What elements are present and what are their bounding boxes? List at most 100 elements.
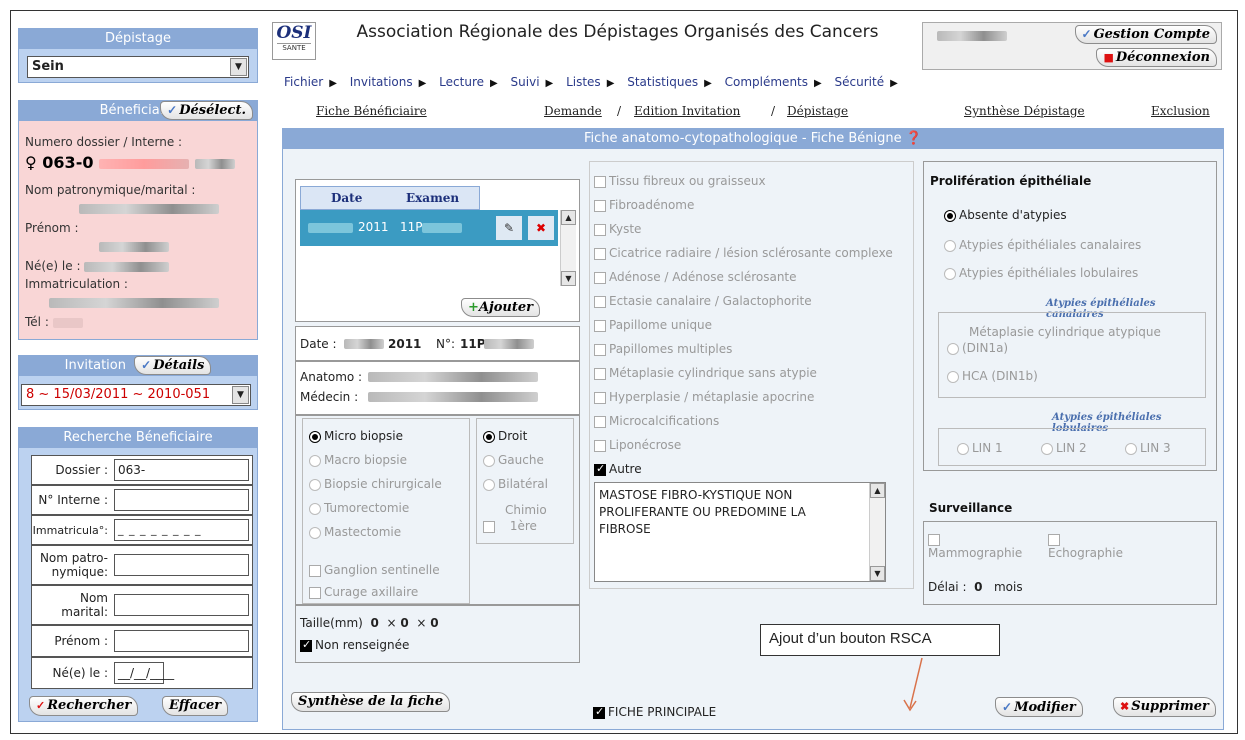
radio-atypies-lobulaires[interactable]: Atypies épithéliales lobulaires (944, 266, 1138, 280)
immat-input[interactable]: _ _ _ _ _ _ _ _ (114, 519, 249, 541)
radio-bilateral[interactable]: Bilatéral (483, 477, 548, 491)
checkbox-hyperplasie[interactable]: Hyperplasie / métaplasie apocrine (594, 390, 814, 404)
radio-biopsie-chirurgicale[interactable]: Biopsie chirurgicale (309, 477, 442, 491)
checkbox-adenose[interactable]: Adénose / Adénose sclérosante (594, 270, 797, 284)
radio-button (309, 526, 321, 539)
radio-din1b[interactable]: HCA (DIN1b) (947, 369, 1038, 383)
checkbox-papillome-unique[interactable]: Papillome unique (594, 318, 712, 332)
checkbox-label: Métaplasie cylindrique sans atypie (609, 366, 817, 380)
anatomo-label: Anatomo : (300, 370, 363, 384)
nav-demande[interactable]: Demande (544, 104, 602, 118)
checkbox-fiche-principale[interactable]: FICHE PRINCIPALE (593, 705, 716, 719)
gestion-compte-button[interactable]: ✓ Gestion Compte (1074, 25, 1217, 44)
checkbox-kyste[interactable]: Kyste (594, 222, 641, 236)
table-scrollbar[interactable]: ▲ ▼ (560, 210, 576, 286)
menu-invitations[interactable]: Invitations (350, 75, 413, 89)
radio-macro-biopsie[interactable]: Macro biopsie (309, 453, 407, 467)
checkbox-microcalcifications[interactable]: Microcalcifications (594, 414, 719, 428)
checkbox-autre[interactable]: Autre (594, 462, 642, 476)
supprimer-button[interactable]: ✖ Supprimer (1113, 697, 1216, 717)
checkbox-non-renseignee[interactable]: Non renseignée (300, 638, 409, 652)
checkbox-fibroadenome[interactable]: Fibroadénome (594, 198, 694, 212)
prenom-input[interactable] (114, 630, 249, 652)
radio-mastectomie[interactable]: Mastectomie (309, 525, 401, 539)
radio-lin3[interactable]: LIN 3 (1125, 441, 1171, 455)
checkbox-liponecrose[interactable]: Liponécrose (594, 438, 681, 452)
table-row[interactable]: 2011 11P ✎ ✖ (300, 210, 558, 246)
menu-lecture[interactable]: Lecture (439, 75, 484, 89)
menu-complements[interactable]: Compléments (725, 75, 808, 89)
scroll-down-icon[interactable]: ▼ (870, 566, 885, 581)
scroll-up-icon[interactable]: ▲ (870, 483, 885, 498)
search-row-interne: N° Interne : (31, 485, 253, 515)
nom-patro-input[interactable] (114, 554, 249, 576)
nav-edition-invitation[interactable]: Edition Invitation (634, 104, 740, 118)
interne-input[interactable] (114, 489, 249, 511)
synthese-fiche-button[interactable]: Synthèse de la fiche (291, 692, 451, 712)
scroll-up-icon[interactable]: ▲ (561, 210, 576, 225)
deconnexion-button[interactable]: ■ Déconnexion (1096, 48, 1217, 67)
radio-gauche[interactable]: Gauche (483, 453, 544, 467)
checkbox-mammographie[interactable]: Mammographie (928, 532, 1022, 560)
radio-lin1[interactable]: LIN 1 (957, 441, 1003, 455)
checkbox-chimio-premiere[interactable]: 1ère (483, 519, 537, 533)
effacer-button[interactable]: Effacer (162, 696, 229, 716)
dossier-field-label: Dossier : (55, 463, 108, 477)
rechercher-button[interactable]: ✓ Rechercher (29, 696, 139, 716)
checkbox-tissu-fibreux[interactable]: Tissu fibreux ou graisseux (594, 174, 766, 188)
taille-c[interactable]: 0 (430, 616, 438, 630)
delete-icon[interactable]: ✖ (528, 216, 554, 240)
modifier-button[interactable]: ✓ Modifier (995, 697, 1083, 717)
menu-listes[interactable]: Listes (566, 75, 601, 89)
radio-tumorectomie[interactable]: Tumorectomie (309, 501, 409, 515)
radio-lin2[interactable]: LIN 2 (1041, 441, 1087, 455)
checkbox-papillomes-multiples[interactable]: Papillomes multiples (594, 342, 732, 356)
checkbox-echographie[interactable]: Echographie (1048, 532, 1123, 560)
nav-exclusion[interactable]: Exclusion (1151, 104, 1210, 118)
taille-box: Taille(mm) 0 × 0 × 0 Non renseignée (295, 605, 580, 663)
depistage-select[interactable]: Sein ▼ (27, 56, 249, 78)
help-icon[interactable]: ❓ (906, 131, 922, 146)
checkbox-ganglion-sentinelle[interactable]: Ganglion sentinelle (309, 563, 440, 577)
radio-absente-atypies[interactable]: Absente d'atypies (944, 208, 1067, 222)
checkbox-label: Curage axillaire (324, 585, 419, 599)
nav-fiche-beneficiaire[interactable]: Fiche Bénéficiaire (316, 104, 427, 118)
checkbox (593, 705, 605, 719)
deselect-button[interactable]: ✓ Désélect. (160, 101, 253, 120)
gestion-label: Gestion Compte (1093, 27, 1210, 42)
menu-statistiques[interactable]: Statistiques (627, 75, 698, 89)
details-button[interactable]: ✓ Détails (134, 356, 212, 375)
checkbox (300, 638, 312, 652)
radio-atypies-canalaires[interactable]: Atypies épithéliales canalaires (944, 238, 1141, 252)
autre-textarea[interactable]: MASTOSE FIBRO-KYSTIQUE NON PROLIFERANTE … (594, 482, 886, 582)
dossier-input[interactable]: 063- (114, 459, 249, 481)
nav-synthese-depistage[interactable]: Synthèse Dépistage (964, 104, 1085, 118)
checkbox-ectasie[interactable]: Ectasie canalaire / Galactophorite (594, 294, 812, 308)
menu-securite[interactable]: Sécurité (835, 75, 885, 89)
ajouter-button[interactable]: +Ajouter (461, 298, 540, 317)
textarea-scrollbar[interactable]: ▲ ▼ (869, 483, 885, 581)
checkbox-cicatrice-radiaire[interactable]: Cicatrice radiaire / lésion sclérosante … (594, 246, 893, 260)
checkbox-curage-axillaire[interactable]: Curage axillaire (309, 585, 418, 599)
taille-b[interactable]: 0 (400, 616, 408, 630)
tel-label: Tél : (25, 315, 49, 329)
scroll-down-icon[interactable]: ▼ (561, 271, 576, 286)
edit-icon[interactable]: ✎ (496, 216, 522, 240)
menu-suivi[interactable]: Suivi (511, 75, 540, 89)
nom-marital-input[interactable] (114, 594, 249, 616)
radio-micro-biopsie[interactable]: Micro biopsie (309, 429, 403, 443)
taille-a[interactable]: 0 (370, 616, 378, 630)
checkbox-label: Mammographie (928, 546, 1023, 560)
checkbox (594, 319, 606, 332)
invitation-select[interactable]: 8 ~ 15/03/2011 ~ 2010-051 ▼ (21, 384, 251, 406)
radio-din1a[interactable]: (DIN1a) (947, 341, 1008, 355)
delai-value[interactable]: 0 (974, 580, 982, 594)
menu-arrow-icon: ▶ (814, 78, 822, 89)
radio-droit[interactable]: Droit (483, 429, 527, 443)
naissance-input[interactable]: __/__/____ (114, 662, 174, 684)
col-examen: Examen (406, 191, 460, 205)
nav-depistage[interactable]: Dépistage (787, 104, 848, 118)
menu-fichier[interactable]: Fichier (284, 75, 323, 89)
ajouter-label: Ajouter (478, 300, 533, 315)
checkbox-metaplasie-cylindrique[interactable]: Métaplasie cylindrique sans atypie (594, 366, 817, 380)
